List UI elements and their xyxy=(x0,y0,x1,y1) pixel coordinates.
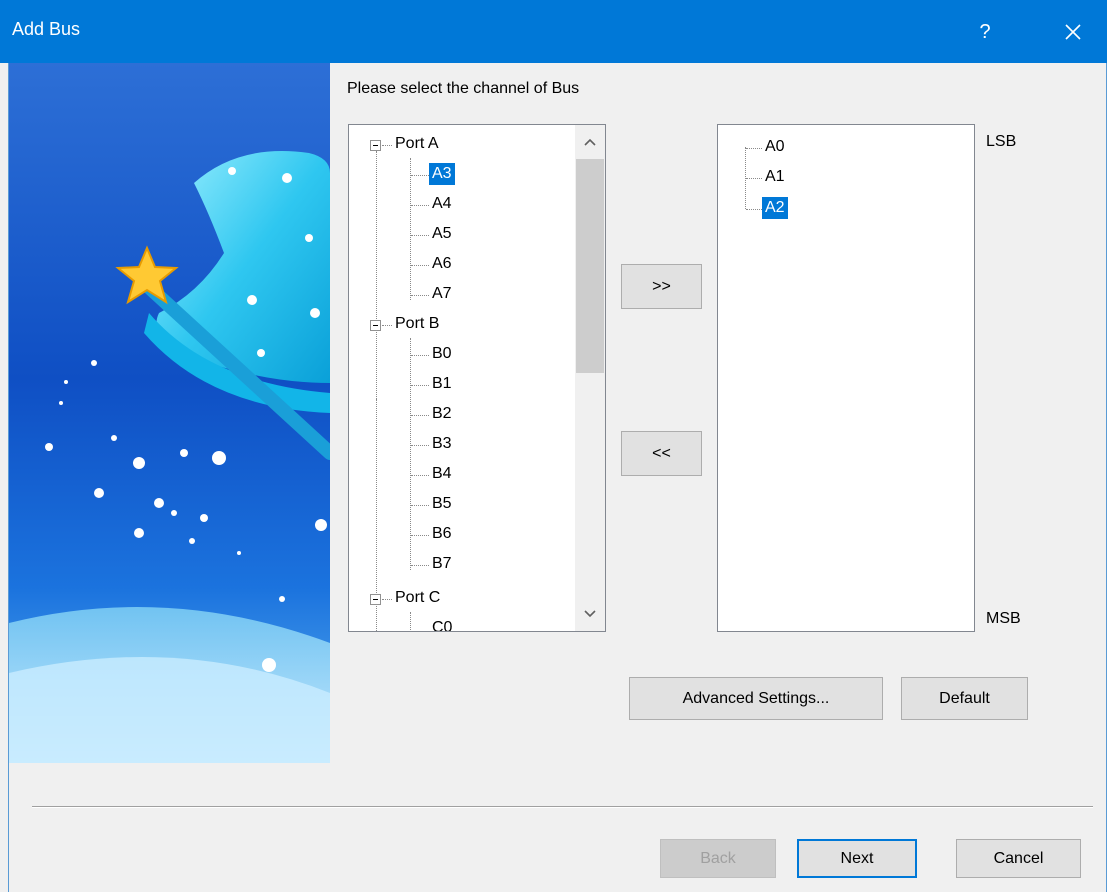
tree-branch-line xyxy=(411,175,429,176)
default-button[interactable]: Default xyxy=(901,677,1028,720)
scroll-down-button[interactable] xyxy=(575,597,605,631)
tree-node-a4[interactable]: A4 xyxy=(429,193,455,215)
minus-box-icon[interactable] xyxy=(370,140,381,151)
remove-channel-button[interactable]: << xyxy=(621,431,702,476)
channel-prompt: Please select the channel of Bus xyxy=(347,80,580,97)
dialog-title: Add Bus xyxy=(12,19,81,39)
minus-box-icon[interactable] xyxy=(370,594,381,605)
chevron-down-icon xyxy=(584,610,596,618)
tree-branch-line xyxy=(411,505,429,506)
channel-tree[interactable]: Port A A3 A4 A5 A6 A7 Port B B0 B1 B2 B3… xyxy=(348,124,606,632)
cancel-button[interactable]: Cancel xyxy=(956,839,1081,878)
chevron-up-icon xyxy=(584,138,596,146)
title-bar: Add Bus ? xyxy=(0,0,1107,63)
minus-box-icon[interactable] xyxy=(370,320,381,331)
tree-branch-line xyxy=(411,355,429,356)
selected-channel-list[interactable]: A0 A1 A2 xyxy=(717,124,975,632)
footer-divider-highlight xyxy=(32,807,1093,808)
tree-branch-line xyxy=(411,385,429,386)
tree-branch-line xyxy=(411,205,429,206)
tree-branch-line xyxy=(746,148,762,149)
tree-node-b4[interactable]: B4 xyxy=(429,463,455,485)
tree-guide-line xyxy=(410,158,411,300)
tree-node-a3[interactable]: A3 xyxy=(429,163,455,185)
tree-branch-line xyxy=(382,325,392,326)
add-channel-button[interactable]: >> xyxy=(621,264,702,309)
tree-branch-line xyxy=(746,209,762,210)
next-button[interactable]: Next xyxy=(797,839,917,878)
close-icon xyxy=(1065,24,1081,40)
scroll-thumb[interactable] xyxy=(576,159,604,373)
list-item-a0[interactable]: A0 xyxy=(762,136,788,158)
help-button[interactable]: ? xyxy=(960,10,1010,54)
tree-node-b7[interactable]: B7 xyxy=(429,553,455,575)
tree-node-c0[interactable]: C0 xyxy=(429,617,455,631)
tree-node-a6[interactable]: A6 xyxy=(429,253,455,275)
wizard-illustration xyxy=(9,63,330,763)
advanced-settings-button[interactable]: Advanced Settings... xyxy=(629,677,883,720)
tree-branch-line xyxy=(411,535,429,536)
tree-branch-line xyxy=(411,265,429,266)
tree-node-b1[interactable]: B1 xyxy=(429,373,455,395)
tree-guide-line xyxy=(410,612,411,631)
tree-guide-line xyxy=(376,151,377,399)
tree-node-b6[interactable]: B6 xyxy=(429,523,455,545)
tree-node-a7[interactable]: A7 xyxy=(429,283,455,305)
tree-branch-line xyxy=(746,178,762,179)
tree-node-port-c[interactable]: Port C xyxy=(392,587,443,609)
tree-node-b5[interactable]: B5 xyxy=(429,493,455,515)
channel-tree-content: Port A A3 A4 A5 A6 A7 Port B B0 B1 B2 B3… xyxy=(349,125,575,631)
tree-node-b2[interactable]: B2 xyxy=(429,403,455,425)
tree-node-a5[interactable]: A5 xyxy=(429,223,455,245)
tree-node-port-b[interactable]: Port B xyxy=(392,313,442,335)
tree-branch-line xyxy=(411,235,429,236)
tree-branch-line xyxy=(382,145,392,146)
list-item-a2[interactable]: A2 xyxy=(762,197,788,219)
close-button[interactable] xyxy=(1048,10,1098,54)
tree-branch-line xyxy=(411,415,429,416)
lsb-label: LSB xyxy=(986,133,1017,150)
list-item-a1[interactable]: A1 xyxy=(762,166,788,188)
tree-node-b0[interactable]: B0 xyxy=(429,343,455,365)
tree-node-b3[interactable]: B3 xyxy=(429,433,455,455)
tree-branch-line xyxy=(382,599,392,600)
scroll-up-button[interactable] xyxy=(575,125,605,159)
tree-scrollbar[interactable] xyxy=(575,125,605,631)
tree-branch-line xyxy=(411,295,429,296)
tree-node-port-a[interactable]: Port A xyxy=(392,133,442,155)
tree-branch-line xyxy=(411,565,429,566)
tree-branch-line xyxy=(411,475,429,476)
tree-branch-line xyxy=(411,445,429,446)
msb-label: MSB xyxy=(986,610,1021,627)
back-button[interactable]: Back xyxy=(660,839,776,878)
